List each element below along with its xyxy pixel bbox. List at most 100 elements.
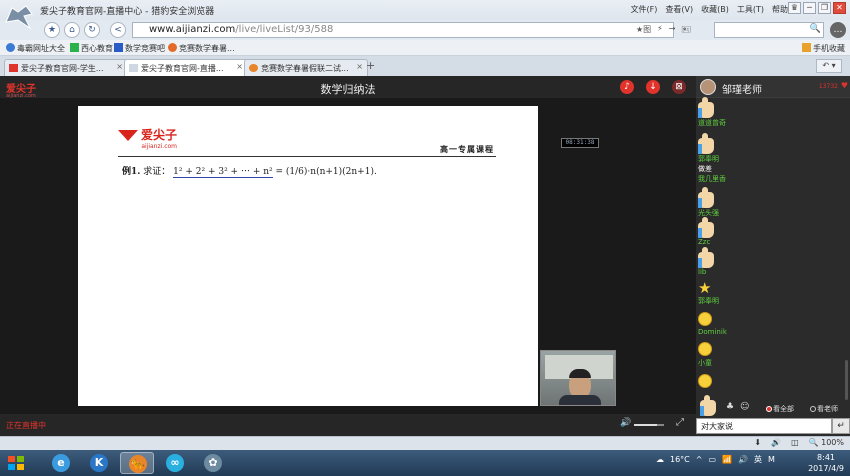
tab-live[interactable]: 爱尖子教育官网-直播... × (124, 59, 248, 76)
ime-mode-icon[interactable]: M (768, 455, 775, 464)
thumbs-up-icon (698, 217, 718, 238)
maximize-button[interactable]: ❐ (818, 2, 831, 14)
list-item: 道道曾奇 (698, 97, 726, 128)
search-engine-icon[interactable]: 🖭 (682, 24, 691, 38)
problem-label: 例1. (122, 167, 141, 177)
taskbar-cheetah[interactable]: 🐆 (120, 452, 154, 474)
taskbar-ie[interactable]: e (44, 452, 78, 474)
weather-icon[interactable]: ☁ (656, 455, 664, 464)
flower-icon[interactable]: ♣ (726, 402, 734, 412)
bookmark-item[interactable]: 数学竞赛吧 (114, 43, 165, 54)
thumbs-up-icon (698, 247, 718, 268)
slide-divider (118, 156, 496, 157)
search-input[interactable]: 🔍 (714, 22, 824, 38)
tab-undo-button[interactable]: ↶ ▾ (816, 59, 842, 73)
speaker-icon[interactable]: 🔊 (738, 455, 748, 464)
volume-slider[interactable] (634, 424, 664, 426)
volume-fill (634, 424, 657, 426)
refresh-icon[interactable]: ↻ (84, 22, 100, 38)
thumbs-up-icon (698, 133, 718, 154)
slide-course-label: 高一专属课程 (440, 144, 494, 154)
clock[interactable]: 8:41 2017/4/9 (808, 452, 844, 474)
teacher-name: 邹瑾老师 (722, 85, 762, 96)
video-area[interactable]: 爱尖子 aijianzi.com 高一专属课程 例1. 求证： 1² + 2² … (0, 98, 696, 414)
new-tab-button[interactable]: + (366, 59, 375, 72)
like-icon[interactable]: ♥ (841, 81, 848, 90)
url-path: /live/liveList/93/588 (235, 24, 334, 35)
download-icon[interactable]: ⬇ (754, 438, 761, 447)
menu-tools[interactable]: 工具(T) (737, 4, 764, 15)
bookmark-label: 西心教育 (81, 44, 113, 53)
mobile-favorites[interactable]: 手机收藏 (802, 43, 845, 54)
taskbar: e K 🐆 ∞ ✿ ☁ 16°C ^ ▭ 📶 🔊 英 M 8:41 2017/4… (0, 450, 850, 476)
window-icon[interactable]: ◫ (791, 438, 799, 447)
zoom-level[interactable]: 🔍 100% (809, 438, 844, 447)
thumbs-up-icon[interactable] (700, 395, 716, 419)
taskbar-kingsoft[interactable]: K (82, 452, 116, 474)
search-icon[interactable]: 🔍 (810, 24, 821, 34)
chat-user: 小童 (698, 359, 712, 367)
screen-icon[interactable]: ⊠ (672, 80, 686, 94)
chat-panel: 邹瑾老师 13732 ♥ 道道曾奇 郭奉明 做差 我几里香 光头强 Zzc li… (696, 76, 850, 436)
address-bar[interactable]: www.aijianzi.com/live/liveList/93/588 (132, 22, 674, 38)
fullscreen-icon[interactable]: ⤢ (676, 417, 684, 428)
download-icon[interactable]: ↓ (646, 80, 660, 94)
tab-bar: 爱尖子教育官网-学生... × 爱尖子教育官网-直播... × 竞赛数学春暑假联… (0, 56, 850, 76)
speed-icon[interactable]: ⚡ (657, 24, 663, 38)
volume-icon[interactable]: 🔊 (620, 418, 631, 428)
battery-icon[interactable]: ▭ (708, 455, 716, 464)
tab-student[interactable]: 爱尖子教育官网-学生... × (4, 59, 128, 76)
home-icon[interactable]: ⌂ (64, 22, 80, 38)
emoji-icon[interactable]: ☺ (740, 402, 749, 412)
tab-close-icon[interactable]: × (116, 62, 123, 71)
menu-help[interactable]: 帮助 (772, 4, 788, 15)
chat-user: 郭奉明 (698, 155, 719, 163)
tray-expand-icon[interactable]: ^ (696, 455, 703, 464)
radio-dot (810, 406, 816, 412)
close-button[interactable]: ✕ (833, 2, 846, 14)
bookmark-star-icon[interactable]: ★图 (636, 24, 651, 38)
bookmark-item[interactable]: 竞赛数学春暑... (168, 43, 235, 54)
menu-file[interactable]: 文件(F) (631, 4, 658, 15)
windows-start-icon[interactable] (6, 453, 26, 473)
formula-rhs: = (1/6)·n(n+1)(2n+1). (272, 167, 377, 177)
network-icon[interactable]: 📶 (722, 455, 732, 464)
taskbar-app5[interactable]: ✿ (196, 452, 230, 474)
minimize-button[interactable]: ─ (803, 2, 816, 14)
bookmark-item[interactable]: 西心教育 (70, 43, 113, 54)
back-icon[interactable]: < (110, 22, 126, 38)
chat-input[interactable]: 对大家说 (696, 418, 832, 434)
skin-icon[interactable]: ♛ (788, 2, 801, 14)
favorite-star-icon[interactable]: ★ (44, 22, 60, 38)
tab-close-icon[interactable]: × (356, 62, 363, 71)
menu-bar: 文件(F) 查看(V) 收藏(B) 工具(T) 帮助 (631, 4, 788, 15)
video-timer: 08:31:38 (561, 138, 599, 148)
menu-favorites[interactable]: 收藏(B) (701, 4, 729, 15)
taskbar-app4[interactable]: ∞ (158, 452, 192, 474)
tab-favicon-icon (9, 64, 18, 72)
sound-icon[interactable]: 🔊 (771, 438, 781, 447)
tab-favicon-icon (249, 64, 258, 72)
filter-all-radio[interactable]: 看全部 (766, 404, 794, 414)
tab-contest[interactable]: 竞赛数学春暑假联二试... × (244, 59, 368, 76)
tab-close-icon[interactable]: × (236, 62, 243, 71)
tab-favicon-icon (129, 64, 138, 72)
bookmark-item[interactable]: 毒霸网址大全 (6, 43, 65, 54)
go-icon[interactable]: → (669, 24, 676, 38)
comment-icon[interactable]: … (830, 22, 846, 38)
chat-scrollbar[interactable] (845, 360, 848, 400)
clock-date: 2017/4/9 (808, 464, 844, 473)
menu-view[interactable]: 查看(V) (665, 4, 693, 15)
ime-indicator[interactable]: 英 (754, 454, 762, 465)
system-tray: ☁ 16°C ^ ▭ 📶 🔊 英 M (656, 454, 775, 465)
app-icon: ✿ (204, 454, 222, 472)
chat-messages: 道道曾奇 郭奉明 做差 我几里香 光头强 Zzc lib ★ 郭奉明 Domin… (696, 97, 850, 400)
chat-user: 郭奉明 (698, 297, 719, 305)
music-icon[interactable]: ♪ (620, 80, 634, 94)
player-controls: 正在直播中 🔊 ⤢ (0, 414, 696, 436)
window-controls: ♛ ─ ❐ ✕ (788, 2, 846, 14)
lecture-slide: 爱尖子 aijianzi.com 高一专属课程 例1. 求证： 1² + 2² … (78, 106, 538, 406)
filter-teacher-radio[interactable]: 看老师 (810, 404, 838, 414)
teacher-camera[interactable] (540, 350, 616, 406)
send-button[interactable]: ↵ (832, 418, 850, 434)
